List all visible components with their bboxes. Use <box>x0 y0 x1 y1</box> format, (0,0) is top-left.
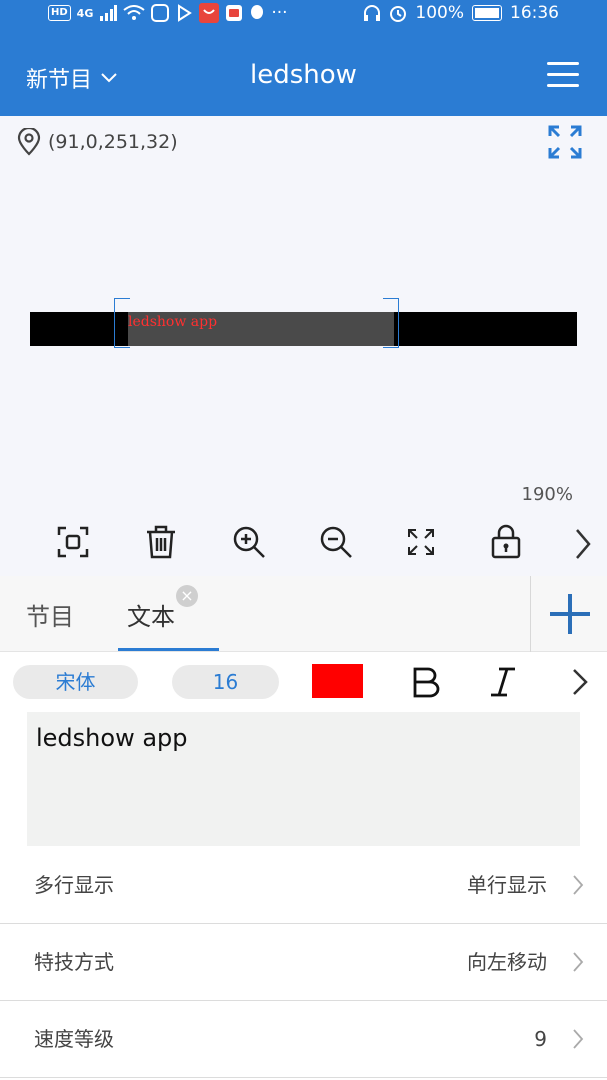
tab-program[interactable]: 节目 <box>26 576 74 652</box>
menu-icon[interactable] <box>547 62 579 88</box>
more-notifications: ··· <box>271 3 288 23</box>
alarm-icon <box>390 6 407 22</box>
trash-icon[interactable] <box>139 520 183 564</box>
selection-corner-right[interactable] <box>383 298 399 348</box>
chevron-right-icon <box>573 1029 584 1049</box>
setting-value: 单行显示 <box>467 873 547 897</box>
setting-row-multiline[interactable]: 多行显示 单行显示 <box>0 847 607 924</box>
location-pin-icon <box>17 128 41 156</box>
chevron-right-icon[interactable] <box>560 520 604 564</box>
chevron-right-icon <box>573 952 584 972</box>
app-header: HD 4G ··· 100% 16:36 新节目 ledshow <box>0 0 607 116</box>
status-bar: HD 4G ··· 100% 16:36 <box>0 0 607 28</box>
zoom-level: 190% <box>521 484 573 505</box>
qq-icon <box>251 5 264 19</box>
text-content-input[interactable]: ledshow app <box>27 712 580 846</box>
format-more-chevron-icon[interactable] <box>565 662 595 702</box>
clock: 16:36 <box>510 3 559 23</box>
lock-icon[interactable] <box>484 520 528 564</box>
format-toolbar: 宋体 16 <box>0 652 607 712</box>
bold-icon[interactable] <box>408 662 444 702</box>
add-icon[interactable] <box>540 584 600 644</box>
setting-value: 向左移动 <box>467 950 547 974</box>
text-color-swatch[interactable] <box>312 664 363 698</box>
status-right: 100% 16:36 <box>363 3 559 23</box>
led-text: ledshow app <box>128 314 218 330</box>
chevron-right-icon <box>573 875 584 895</box>
coordinates-text: (91,0,251,32) <box>48 131 178 153</box>
canvas-toolbar <box>0 520 607 572</box>
hd-badge: HD <box>48 5 71 21</box>
fit-screen-icon[interactable] <box>399 520 443 564</box>
led-preview-canvas[interactable]: (91,0,251,32) ledshow app 190% <box>0 116 607 576</box>
selection-corner-left[interactable] <box>114 298 130 348</box>
active-tab-indicator <box>118 648 219 651</box>
message-notification-icon <box>226 5 243 21</box>
setting-row-effect[interactable]: 特技方式 向左移动 <box>0 924 607 1001</box>
setting-row-speed[interactable]: 速度等级 9 <box>0 1001 607 1078</box>
font-size-select[interactable]: 16 <box>172 665 279 699</box>
setting-label: 速度等级 <box>34 1027 114 1051</box>
tab-text[interactable]: 文本 <box>127 576 175 652</box>
page-title: ledshow <box>250 60 357 90</box>
italic-icon[interactable] <box>485 662 521 702</box>
setting-label: 多行显示 <box>34 873 114 897</box>
coordinates-readout: (91,0,251,32) <box>16 128 178 156</box>
status-left: HD 4G ··· <box>48 3 288 23</box>
headphones-icon <box>364 5 381 21</box>
font-select[interactable]: 宋体 <box>13 665 138 699</box>
shop-notification-icon <box>199 3 220 23</box>
battery-icon <box>472 5 502 21</box>
zoom-in-icon[interactable] <box>227 520 271 564</box>
play-notification-icon <box>178 4 193 22</box>
battery-percent: 100% <box>415 3 464 23</box>
app-notification-icon <box>151 4 170 22</box>
fullscreen-icon[interactable] <box>547 124 583 160</box>
setting-value: 9 <box>534 1027 547 1051</box>
wifi-icon <box>123 5 145 20</box>
tab-bar: 节目 文本 <box>0 576 607 652</box>
zoom-out-icon[interactable] <box>314 520 358 564</box>
network-label: 4G <box>76 6 94 20</box>
select-area-icon[interactable] <box>51 520 95 564</box>
close-tab-icon[interactable]: × <box>176 585 198 607</box>
signal-icon <box>100 5 118 21</box>
tab-divider <box>530 576 531 652</box>
setting-label: 特技方式 <box>34 950 114 974</box>
